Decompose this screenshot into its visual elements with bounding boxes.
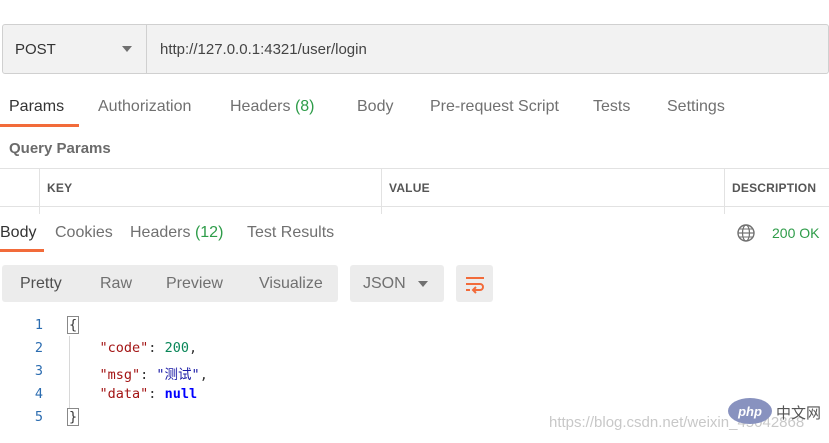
json-value: null (164, 386, 198, 402)
code-line: 1 { (0, 314, 829, 336)
tab-authorization[interactable]: Authorization (98, 98, 191, 116)
json-value: "测试" (156, 367, 200, 383)
json-key: "msg" (99, 367, 141, 383)
code-line: 2 "code": 200, (0, 337, 829, 359)
line-number: 2 (34, 340, 43, 356)
status-badge[interactable]: 200 OK (772, 225, 819, 241)
code-text: "code": 200, (67, 340, 198, 356)
column-header-description: DESCRIPTION (725, 169, 829, 207)
chevron-down-icon (122, 46, 132, 52)
tab-settings[interactable]: Settings (667, 98, 725, 116)
column-header-value: VALUE (382, 169, 725, 207)
json-value: 200 (164, 340, 189, 356)
json-comma: , (199, 367, 208, 383)
tab-label: Headers (230, 98, 291, 115)
format-label: JSON (363, 274, 406, 292)
tab-params[interactable]: Params (9, 98, 64, 116)
tab-count: (12) (194, 224, 224, 241)
globe-icon[interactable] (736, 223, 756, 243)
view-raw-button[interactable]: Raw (100, 275, 132, 293)
code-text: "data": null (67, 386, 198, 402)
tab-label: Pre-request Script (430, 98, 559, 115)
tab-label: Test Results (247, 224, 335, 241)
wrap-lines-button[interactable] (456, 265, 493, 302)
url-input[interactable]: http://127.0.0.1:4321/user/login (147, 25, 828, 73)
column-header-key: KEY (40, 169, 382, 207)
json-sep: : (148, 340, 165, 356)
query-params-title: Query Params (9, 140, 111, 157)
tab-label: Body (0, 224, 37, 241)
tab-headers[interactable]: Headers (8) (230, 98, 315, 116)
wrap-lines-icon (465, 276, 484, 294)
chevron-down-icon (418, 280, 428, 287)
value-cell[interactable] (382, 207, 725, 214)
json-comma: , (188, 340, 198, 356)
row-checkbox-column (0, 169, 40, 207)
params-table: KEY VALUE DESCRIPTION (0, 168, 829, 214)
response-tab-headers[interactable]: Headers (12) (130, 224, 223, 242)
request-tabs: Params Authorization Headers (8) Body Pr… (0, 92, 829, 128)
line-number: 5 (34, 409, 43, 425)
tab-label: Body (357, 98, 394, 115)
tab-count: (8) (294, 98, 315, 115)
php-logo: php (728, 398, 772, 424)
code-text: { (67, 316, 80, 334)
view-preview-button[interactable]: Preview (166, 275, 223, 293)
json-key: "code" (99, 340, 149, 356)
tab-tests[interactable]: Tests (593, 98, 630, 116)
json-key: "data" (99, 386, 149, 402)
view-pretty-button[interactable]: Pretty (20, 275, 62, 293)
view-visualize-button[interactable]: Visualize (259, 275, 323, 293)
key-cell[interactable] (40, 207, 382, 214)
tab-label: Tests (593, 98, 631, 115)
code-line: 4 "data": null (0, 383, 829, 405)
json-brace: { (67, 316, 80, 334)
method-label: POST (15, 40, 56, 58)
php-logo-caption: 中文网 (776, 405, 822, 422)
tab-label: Authorization (98, 98, 192, 115)
line-number: 3 (34, 363, 43, 379)
tab-body[interactable]: Body (357, 98, 393, 116)
code-text: "msg": "测试", (67, 363, 208, 383)
json-sep: : (140, 367, 157, 383)
response-tab-cookies[interactable]: Cookies (55, 224, 113, 242)
response-tab-test-results[interactable]: Test Results (247, 224, 334, 242)
tab-label: Params (9, 98, 65, 115)
active-tab-indicator (0, 124, 79, 127)
method-select[interactable]: POST (3, 25, 147, 73)
view-mode-group: Pretty Raw Preview Visualize (2, 265, 338, 302)
code-line: 3 "msg": "测试", (0, 360, 829, 383)
table-row[interactable] (0, 207, 40, 214)
php-logo-text: php (738, 403, 762, 419)
response-tab-body[interactable]: Body (0, 224, 36, 242)
active-response-tab-indicator (0, 249, 44, 252)
line-number: 1 (34, 317, 43, 333)
tab-label: Headers (130, 224, 191, 241)
json-sep: : (148, 386, 165, 402)
code-text: } (67, 408, 80, 426)
tab-label: Settings (667, 98, 725, 115)
format-select[interactable]: JSON (350, 265, 444, 302)
line-number: 4 (34, 386, 43, 402)
tab-label: Cookies (55, 224, 113, 241)
json-brace: } (67, 408, 80, 426)
request-bar: POST http://127.0.0.1:4321/user/login (2, 24, 829, 74)
tab-pre-request-script[interactable]: Pre-request Script (430, 98, 559, 116)
